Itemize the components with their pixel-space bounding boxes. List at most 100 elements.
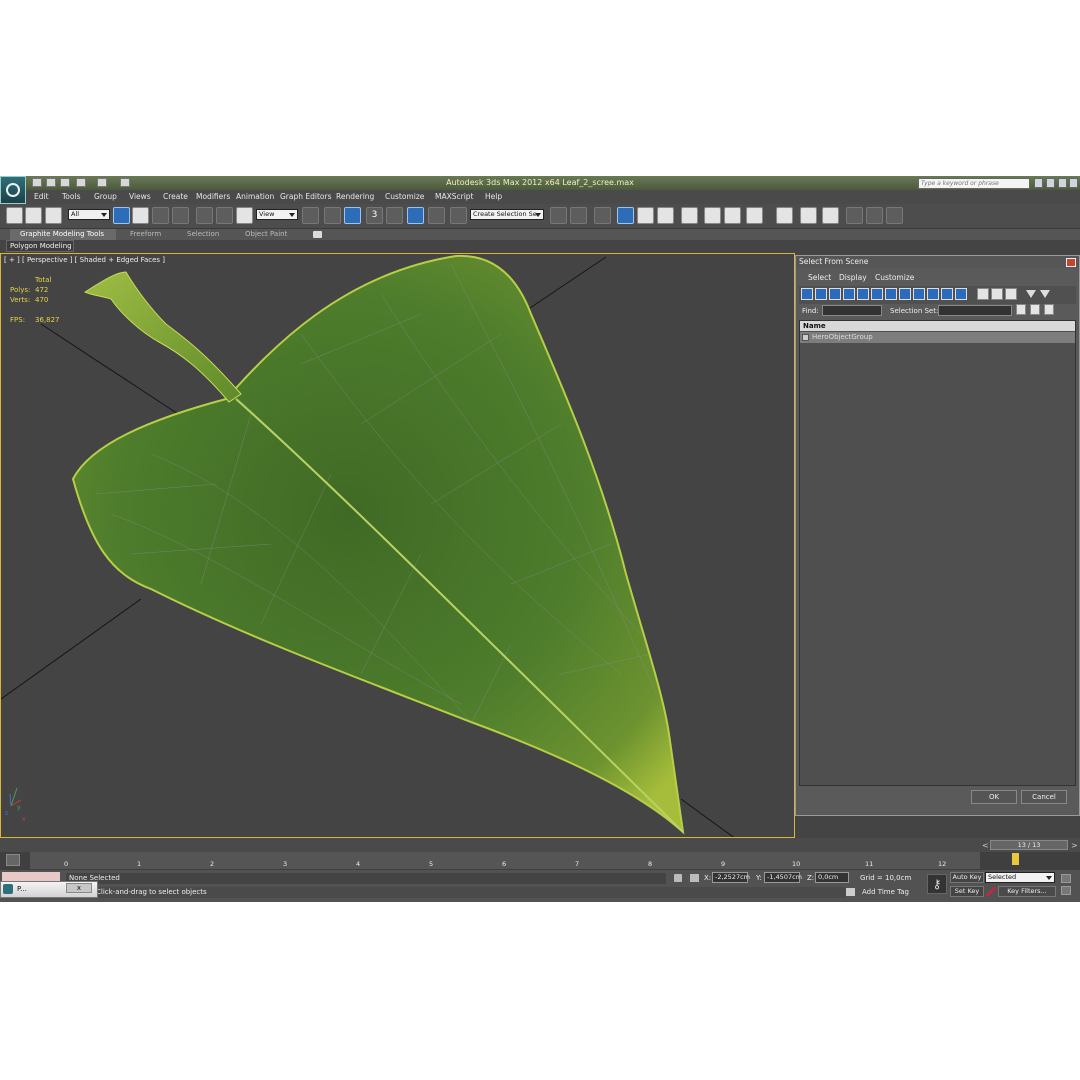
- display-hidden-icon[interactable]: [955, 288, 967, 300]
- render-production-icon[interactable]: [746, 207, 763, 224]
- display-frozen-icon[interactable]: [941, 288, 953, 300]
- dialog-menu-display[interactable]: Display: [839, 273, 867, 282]
- edit-named-selection-icon[interactable]: [450, 207, 467, 224]
- display-bones-icon[interactable]: [913, 288, 925, 300]
- selection-filter-dropdown[interactable]: All: [68, 209, 110, 220]
- material-editor-icon[interactable]: [681, 207, 698, 224]
- rotate-icon[interactable]: [216, 207, 233, 224]
- menu-group[interactable]: Group: [94, 192, 117, 201]
- scene-object-list[interactable]: [799, 320, 1076, 786]
- undo-icon[interactable]: [76, 178, 86, 187]
- frame-counter[interactable]: 13 / 13: [990, 840, 1068, 850]
- absolute-mode-icon[interactable]: [690, 874, 699, 882]
- name-column-header[interactable]: Name: [800, 321, 1075, 331]
- time-slider[interactable]: [0, 838, 1080, 852]
- filter-options-icon[interactable]: [1040, 290, 1050, 298]
- dialog-menu-select[interactable]: Select: [808, 273, 831, 282]
- mirror-icon[interactable]: [550, 207, 567, 224]
- select-none-icon[interactable]: [991, 288, 1003, 300]
- menu-views[interactable]: Views: [129, 192, 151, 201]
- prev-key-icon[interactable]: [1061, 886, 1071, 895]
- favorites-icon[interactable]: [1058, 178, 1067, 188]
- group-explode-icon[interactable]: [886, 207, 903, 224]
- display-containers-icon[interactable]: [927, 288, 939, 300]
- menu-rendering[interactable]: Rendering: [336, 192, 374, 201]
- dialog-menu-customize[interactable]: Customize: [875, 273, 914, 282]
- xref-icon[interactable]: [800, 207, 817, 224]
- key-mode-dropdown[interactable]: Selected: [985, 872, 1055, 883]
- menu-customize[interactable]: Customize: [385, 192, 424, 201]
- perspective-viewport[interactable]: [0, 253, 795, 838]
- tab-freeform[interactable]: Freeform: [130, 230, 161, 238]
- window-crossing-icon[interactable]: [172, 207, 189, 224]
- project-folder-icon[interactable]: [120, 178, 130, 187]
- filter-icon[interactable]: [1026, 290, 1036, 298]
- mini-curve-editor-icon[interactable]: [6, 854, 20, 866]
- layer-manager-icon[interactable]: [594, 207, 611, 224]
- panel-polygon-modeling[interactable]: Polygon Modeling: [6, 240, 74, 252]
- lock-icon[interactable]: [674, 874, 682, 882]
- key-filters-button[interactable]: Key Filters...: [998, 886, 1056, 897]
- rendered-frame-icon[interactable]: [724, 207, 741, 224]
- tab-object-paint[interactable]: Object Paint: [245, 230, 287, 238]
- align-icon[interactable]: [570, 207, 587, 224]
- menu-tools[interactable]: Tools: [62, 192, 80, 201]
- set-key-button[interactable]: Set Key: [950, 886, 984, 897]
- ribbon-options-icon[interactable]: [313, 231, 322, 238]
- cancel-button[interactable]: Cancel: [1021, 790, 1067, 804]
- infocenter-icon[interactable]: [1046, 178, 1055, 188]
- add-time-tag[interactable]: Add Time Tag: [862, 888, 909, 896]
- key-icon[interactable]: ⚷: [927, 874, 947, 894]
- render-setup-icon[interactable]: [704, 207, 721, 224]
- redo-icon[interactable]: [97, 178, 107, 187]
- selection-set-save-icon[interactable]: [1016, 304, 1026, 315]
- reference-coordinate-dropdown[interactable]: View: [256, 209, 298, 220]
- menu-create[interactable]: Create: [163, 192, 188, 201]
- open-file-icon[interactable]: [46, 178, 56, 187]
- spinner-snap-icon[interactable]: [428, 207, 445, 224]
- named-selection-dropdown[interactable]: Create Selection Se: [470, 209, 544, 220]
- dialog-title[interactable]: Select From Scene: [796, 256, 1079, 268]
- display-groups-icon[interactable]: [885, 288, 897, 300]
- snaps-toggle-icon[interactable]: 3: [366, 207, 383, 224]
- display-geometry-icon[interactable]: [801, 288, 813, 300]
- select-and-manipulate-icon[interactable]: [324, 207, 341, 224]
- auto-key-button[interactable]: Auto Key: [950, 872, 984, 883]
- display-helpers-icon[interactable]: [857, 288, 869, 300]
- app-logo-icon[interactable]: [0, 176, 26, 204]
- bind-space-warp-icon[interactable]: [45, 207, 62, 224]
- selection-set-delete-icon[interactable]: [1044, 304, 1054, 315]
- menu-graph-editors[interactable]: Graph Editors: [280, 192, 332, 201]
- current-frame-marker[interactable]: [1012, 853, 1019, 865]
- select-all-icon[interactable]: [977, 288, 989, 300]
- percent-snap-icon[interactable]: [407, 207, 424, 224]
- menu-help[interactable]: Help: [485, 192, 502, 201]
- group-close-icon[interactable]: [866, 207, 883, 224]
- curve-editor-icon[interactable]: [637, 207, 654, 224]
- save-file-icon[interactable]: [60, 178, 70, 187]
- display-xrefs-icon[interactable]: [899, 288, 911, 300]
- next-frame-icon[interactable]: >: [1071, 841, 1078, 850]
- container-icon[interactable]: [776, 207, 793, 224]
- display-lights-icon[interactable]: [829, 288, 841, 300]
- keyboard-shortcut-override-icon[interactable]: [344, 207, 361, 224]
- list-item[interactable]: HeroObjectGroup: [800, 332, 1075, 343]
- tab-selection[interactable]: Selection: [187, 230, 219, 238]
- new-file-icon[interactable]: [32, 178, 42, 187]
- tab-graphite-modeling-tools[interactable]: Graphite Modeling Tools: [10, 229, 116, 240]
- taskbar-close-button[interactable]: x: [66, 883, 92, 893]
- time-tag-icon[interactable]: [846, 888, 855, 896]
- display-shapes-icon[interactable]: [815, 288, 827, 300]
- display-space-warps-icon[interactable]: [871, 288, 883, 300]
- group-open-icon[interactable]: [846, 207, 863, 224]
- ok-button[interactable]: OK: [971, 790, 1017, 804]
- selection-set-dropdown[interactable]: [938, 305, 1012, 316]
- graphite-toggle-icon[interactable]: [617, 207, 634, 224]
- close-icon[interactable]: [1066, 258, 1076, 267]
- z-coordinate-field[interactable]: 0,0cm: [815, 872, 849, 883]
- display-cameras-icon[interactable]: [843, 288, 855, 300]
- angle-snap-icon[interactable]: [386, 207, 403, 224]
- select-invert-icon[interactable]: [1005, 288, 1017, 300]
- link-icon[interactable]: [6, 207, 23, 224]
- rectangular-selection-icon[interactable]: [152, 207, 169, 224]
